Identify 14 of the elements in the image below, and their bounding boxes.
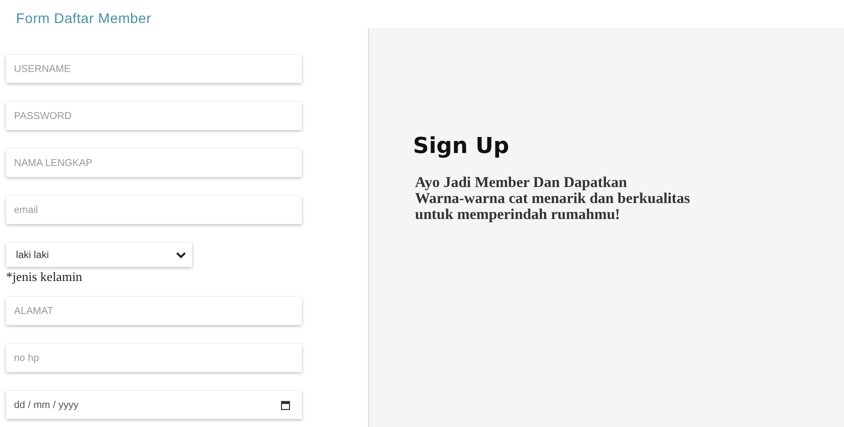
- field-note: *jenis kelamin: [6, 269, 82, 285]
- text-field[interactable]: ALAMAT: [6, 297, 302, 325]
- text-field[interactable]: email: [6, 196, 302, 224]
- text-field[interactable]: no hp: [6, 344, 302, 372]
- text-field[interactable]: USERNAME: [6, 55, 302, 83]
- chevron-down-icon: [176, 252, 186, 258]
- text-field[interactable]: NAMA LENGKAP: [6, 149, 302, 177]
- text-field[interactable]: PASSWORD: [6, 102, 302, 130]
- form-title: Form Daftar Member: [16, 10, 152, 26]
- calendar-icon: [281, 400, 290, 410]
- gender-dropdown[interactable]: laki laki: [6, 243, 192, 267]
- signup-heading: Sign Up: [413, 134, 510, 159]
- date-field[interactable]: dd / mm / yyyy: [6, 391, 302, 419]
- signup-description: Ayo Jadi Member Dan Dapatkan Warna-warna cat menarik dan berkualitas untuk memperindah rumahmu!: [415, 175, 690, 223]
